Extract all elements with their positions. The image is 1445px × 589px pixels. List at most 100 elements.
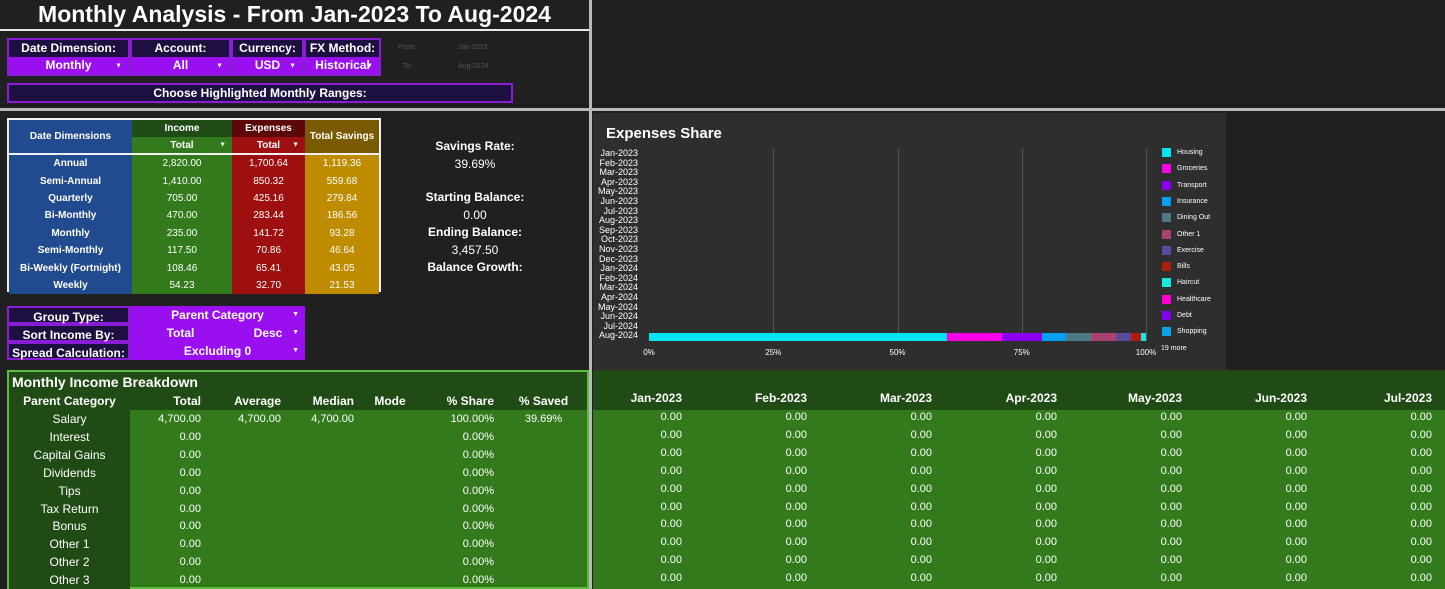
- category-name: Other 2: [9, 553, 130, 572]
- month-cell: 0.00: [660, 411, 682, 423]
- average-value: [210, 500, 290, 518]
- chevron-down-icon: ▼: [292, 329, 299, 336]
- x-tick-label: 100%: [1135, 348, 1157, 357]
- savings-value: 93.28: [305, 224, 379, 242]
- month-cell: 0.00: [1160, 500, 1182, 513]
- median-value: [290, 535, 360, 553]
- legend-item: Debt: [1162, 311, 1192, 320]
- highlight-ranges-button[interactable]: Choose Highlighted Monthly Ranges:: [7, 83, 513, 103]
- legend-swatch: [1162, 229, 1171, 239]
- income-value: 705.00: [132, 189, 232, 208]
- group-type-select[interactable]: Parent Category ▼: [130, 306, 305, 324]
- expenses-header: Expenses: [232, 120, 305, 137]
- currency-select[interactable]: USD ▼: [233, 57, 302, 74]
- month-cell: 0.00: [785, 482, 807, 495]
- date-dimension-row: Semi-Monthly 117.50 70.86 46.64: [9, 242, 379, 260]
- legend-item: Housing: [1162, 148, 1203, 157]
- dimension-name: Weekly: [9, 276, 132, 295]
- y-tick-label: Feb-2023: [599, 157, 638, 168]
- total-value: 4,700.00: [158, 413, 201, 425]
- account-select[interactable]: All ▼: [132, 57, 229, 74]
- income-breakdown-table: Monthly Income Breakdown Parent Category…: [7, 370, 589, 589]
- month-cell: 0.00: [1285, 518, 1307, 531]
- month-cell: 0.00: [660, 572, 682, 585]
- x-tick-label: 0%: [643, 348, 655, 357]
- month-cell: 0.00: [785, 536, 807, 549]
- fx-method-select[interactable]: Historical ▼: [306, 57, 379, 74]
- date-dimension-select[interactable]: Monthly ▼: [9, 57, 128, 74]
- share-value: 0.00%: [462, 520, 494, 533]
- income-row: Capital Gains 0.00 0.00%: [9, 445, 587, 464]
- x-tick-label: 50%: [889, 348, 906, 357]
- month-cell: 0.00: [1410, 464, 1432, 477]
- legend-swatch: [1162, 164, 1171, 174]
- spread-calculation-select[interactable]: Excluding 0 ▼: [130, 342, 305, 360]
- income-value: 54.23: [132, 276, 232, 295]
- fx-method-value: Historical: [315, 58, 370, 72]
- median-value: [290, 553, 360, 571]
- month-cell: 0.00: [785, 500, 807, 513]
- income-row: Tips 0.00 0.00%: [9, 481, 587, 500]
- month-cell: 0.00: [1285, 428, 1307, 441]
- month-cell: 0.00: [1035, 446, 1057, 459]
- month-cell: 0.00: [1285, 500, 1307, 513]
- date-dimensions-table: Date Dimensions Income Total ▼ Expenses …: [7, 118, 381, 295]
- col-median: Median: [312, 394, 354, 408]
- account-label: Account:: [132, 40, 229, 57]
- y-tick-label: Jul-2024: [603, 320, 638, 331]
- month-cell: 0.00: [1160, 482, 1182, 495]
- page-title: Monthly Analysis - From Jan-2023 To Aug-…: [38, 1, 551, 27]
- gridline: [897, 149, 899, 341]
- savings-value: 46.64: [305, 242, 379, 260]
- sort-direction-value: Desc: [253, 326, 283, 340]
- month-cell: 0.00: [1285, 554, 1307, 567]
- date-dimension-value: Monthly: [45, 58, 92, 72]
- sort-income-select[interactable]: Total: [130, 324, 231, 342]
- legend-label: Housing: [1177, 149, 1203, 156]
- expenses-select[interactable]: Total ▼: [232, 137, 305, 155]
- saved-value: [500, 553, 587, 571]
- month-cell: 0.00: [660, 500, 682, 513]
- gridline: [1021, 149, 1023, 341]
- month-cell: 0.00: [1160, 518, 1182, 531]
- total-savings-header: Total Savings: [305, 120, 379, 155]
- title-divider: [0, 29, 589, 31]
- chart-title: Expenses Share: [606, 125, 722, 142]
- legend-label: Transport: [1177, 181, 1207, 189]
- expenses-value: 850.32: [232, 172, 305, 190]
- month-header: Jul-2023: [1383, 391, 1432, 405]
- month-cell: 0.00: [1410, 428, 1432, 441]
- month-header: Jan-2023: [630, 391, 682, 405]
- legend-label: Debt: [1177, 312, 1192, 319]
- month-cell: 0.00: [1285, 482, 1307, 495]
- y-tick-label: Feb-2024: [599, 272, 638, 283]
- income-value: 108.46: [132, 259, 232, 277]
- col-total: Total: [173, 394, 201, 408]
- category-name: Bonus: [9, 517, 130, 536]
- y-tick-label: Mar-2024: [599, 282, 638, 293]
- month-cell: 0.00: [1410, 500, 1432, 513]
- dimension-name: Annual: [9, 155, 132, 173]
- month-cell: 0.00: [660, 464, 682, 477]
- y-tick-label: Jun-2023: [600, 196, 638, 206]
- sort-direction-select[interactable]: Desc ▼: [231, 324, 305, 342]
- category-name: Capital Gains: [9, 445, 130, 464]
- legend-swatch: [1162, 262, 1171, 272]
- month-cell: 0.00: [660, 428, 682, 441]
- income-breakdown-header: Parent Category Total Average Median Mod…: [9, 392, 587, 410]
- date-dimension-row: Quarterly 705.00 425.16 279.84: [9, 189, 379, 208]
- category-name: Interest: [9, 427, 130, 446]
- expenses-value: 141.72: [232, 224, 305, 242]
- month-cell: 0.00: [1410, 411, 1432, 423]
- income-select[interactable]: Total ▼: [132, 137, 232, 155]
- chevron-down-icon: ▼: [366, 62, 373, 69]
- saved-value: [500, 571, 587, 589]
- month-cell: 0.00: [910, 446, 932, 459]
- savings-value: 1,119.36: [305, 155, 379, 173]
- average-value: [210, 571, 290, 589]
- currency-value: USD: [254, 58, 281, 72]
- x-tick-label: 25%: [765, 348, 782, 357]
- bar-segment: [1116, 333, 1132, 341]
- expenses-value: 283.44: [232, 207, 305, 225]
- y-tick-label: Sep-2023: [598, 224, 638, 235]
